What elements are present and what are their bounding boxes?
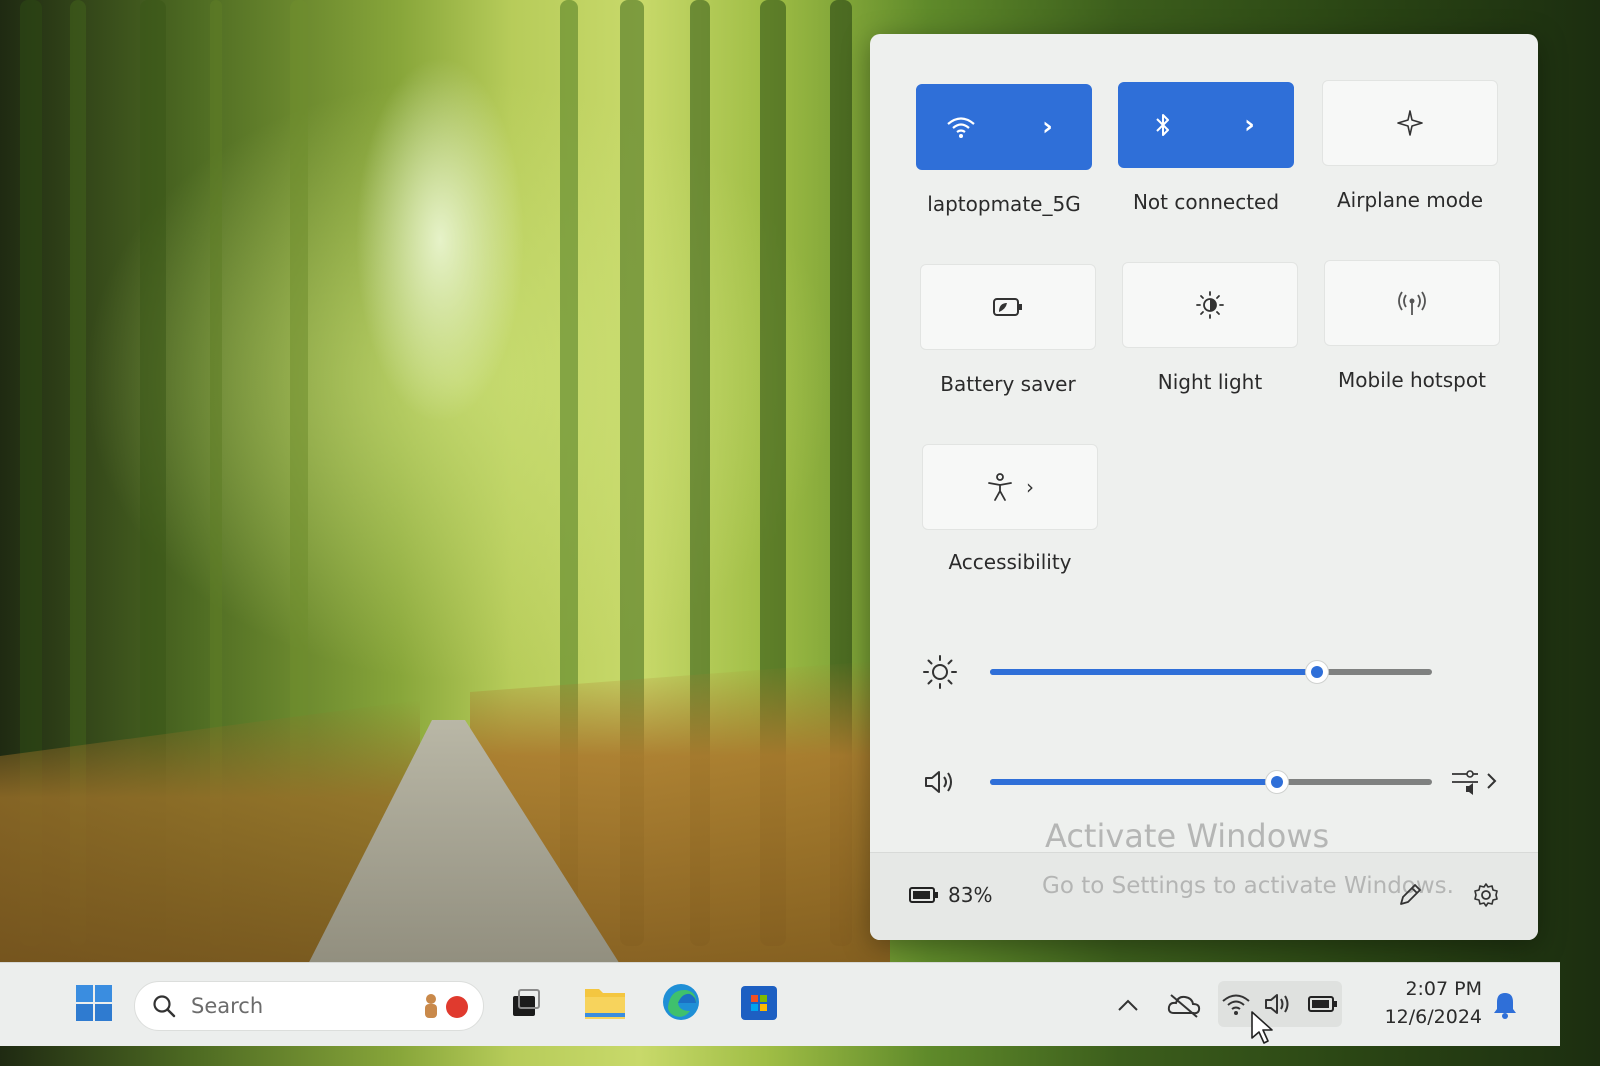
mobile-hotspot-tile[interactable]: [1324, 260, 1500, 346]
airplane-mode-tile[interactable]: [1322, 80, 1498, 166]
tile-label-accessibility: Accessibility: [948, 550, 1072, 574]
speaker-icon[interactable]: [920, 762, 960, 802]
edit-quick-settings-button[interactable]: [1390, 875, 1430, 915]
wifi-icon: [946, 117, 975, 138]
sound-mixer-button[interactable]: [1448, 764, 1508, 800]
microsoft-store-button[interactable]: [734, 977, 784, 1027]
quick-settings-footer: Activate Windows Go to Settings to activ…: [870, 817, 1538, 940]
volume-slider-fill: [990, 779, 1278, 785]
airplane-icon: [1397, 110, 1423, 136]
store-icon: [741, 986, 777, 1020]
wifi-icon: [1222, 994, 1250, 1015]
start-icon: [76, 985, 112, 1021]
search-highlight-icon: [425, 994, 468, 1018]
tile-label-night-light: Night light: [1157, 370, 1263, 394]
task-view-button[interactable]: [504, 981, 548, 1025]
tile-label-airplane: Airplane mode: [1336, 188, 1484, 212]
show-hidden-icons-button[interactable]: [1110, 985, 1146, 1025]
brightness-slider-row: [920, 652, 1500, 692]
taskbar-search-box[interactable]: Search: [134, 981, 484, 1031]
battery-status[interactable]: 83%: [908, 883, 992, 907]
mobile-hotspot-icon: [1398, 291, 1426, 315]
chevron-up-icon: [1118, 999, 1138, 1011]
battery-saver-tile[interactable]: [920, 264, 1096, 350]
pencil-icon: [1400, 884, 1421, 905]
tile-label-wifi: laptopmate_5G: [927, 192, 1081, 216]
search-icon: [153, 995, 176, 1018]
volume-slider-row: [920, 762, 1500, 802]
clock-time: 2:07 PM: [1405, 978, 1482, 1000]
onedrive-icon: [1167, 994, 1201, 1018]
tray-network-volume-battery-button[interactable]: [1218, 981, 1342, 1027]
task-view-icon: [513, 989, 540, 1016]
chevron-right-icon: ›: [1042, 112, 1053, 142]
accessibility-icon: [988, 473, 1012, 501]
wifi-toggle[interactable]: [917, 85, 1004, 169]
chevron-right-icon: ›: [1244, 110, 1255, 140]
file-explorer-button[interactable]: [580, 977, 630, 1027]
file-explorer-icon: [585, 989, 625, 1019]
taskbar-clock[interactable]: 2:07 PM 12/6/2024: [1372, 975, 1482, 1031]
night-light-icon: [1196, 291, 1224, 319]
battery-saver-icon: [993, 298, 1022, 316]
taskbar: Search 2:07 PM 12/6/2024: [0, 962, 1560, 1046]
mouse-cursor-icon: [1251, 1011, 1273, 1044]
accessibility-tile[interactable]: ›: [922, 444, 1098, 530]
brightness-slider-thumb[interactable]: [1305, 660, 1330, 684]
sound-mixer-icon: [1452, 770, 1497, 795]
settings-button[interactable]: [1466, 875, 1506, 915]
gear-icon: [1474, 883, 1498, 907]
bluetooth-expand-button[interactable]: ›: [1206, 83, 1293, 167]
battery-icon: [909, 887, 938, 903]
onedrive-button[interactable]: [1162, 985, 1206, 1025]
edge-icon: [663, 984, 699, 1020]
tile-label-bluetooth: Not connected: [1132, 190, 1280, 214]
quick-settings-panel: › laptopmate_5G › Not connected Airplane…: [870, 34, 1538, 940]
bluetooth-icon: [1155, 114, 1169, 136]
volume-slider[interactable]: [990, 770, 1432, 794]
clock-date: 12/6/2024: [1384, 1006, 1482, 1028]
search-placeholder: Search: [191, 994, 264, 1018]
bluetooth-tile[interactable]: ›: [1118, 82, 1294, 168]
brightness-icon: [920, 652, 960, 692]
wifi-tile[interactable]: ›: [916, 84, 1092, 170]
activate-windows-watermark-title: Activate Windows: [1045, 817, 1330, 855]
wifi-expand-button[interactable]: ›: [1004, 85, 1091, 169]
brightness-slider-fill: [990, 669, 1318, 675]
notifications-button[interactable]: [1488, 985, 1522, 1025]
edge-browser-button[interactable]: [656, 977, 706, 1027]
tile-label-battery-saver: Battery saver: [940, 372, 1076, 396]
tile-label-mobile-hotspot: Mobile hotspot: [1338, 368, 1486, 392]
chevron-right-icon: ›: [1026, 475, 1034, 499]
bluetooth-toggle[interactable]: [1119, 83, 1206, 167]
volume-slider-thumb[interactable]: [1265, 770, 1290, 794]
night-light-tile[interactable]: [1122, 262, 1298, 348]
brightness-slider[interactable]: [990, 660, 1432, 684]
start-button[interactable]: [72, 981, 116, 1025]
battery-percent: 83%: [948, 883, 993, 907]
battery-icon: [1308, 996, 1337, 1012]
bell-icon: [1494, 993, 1516, 1019]
